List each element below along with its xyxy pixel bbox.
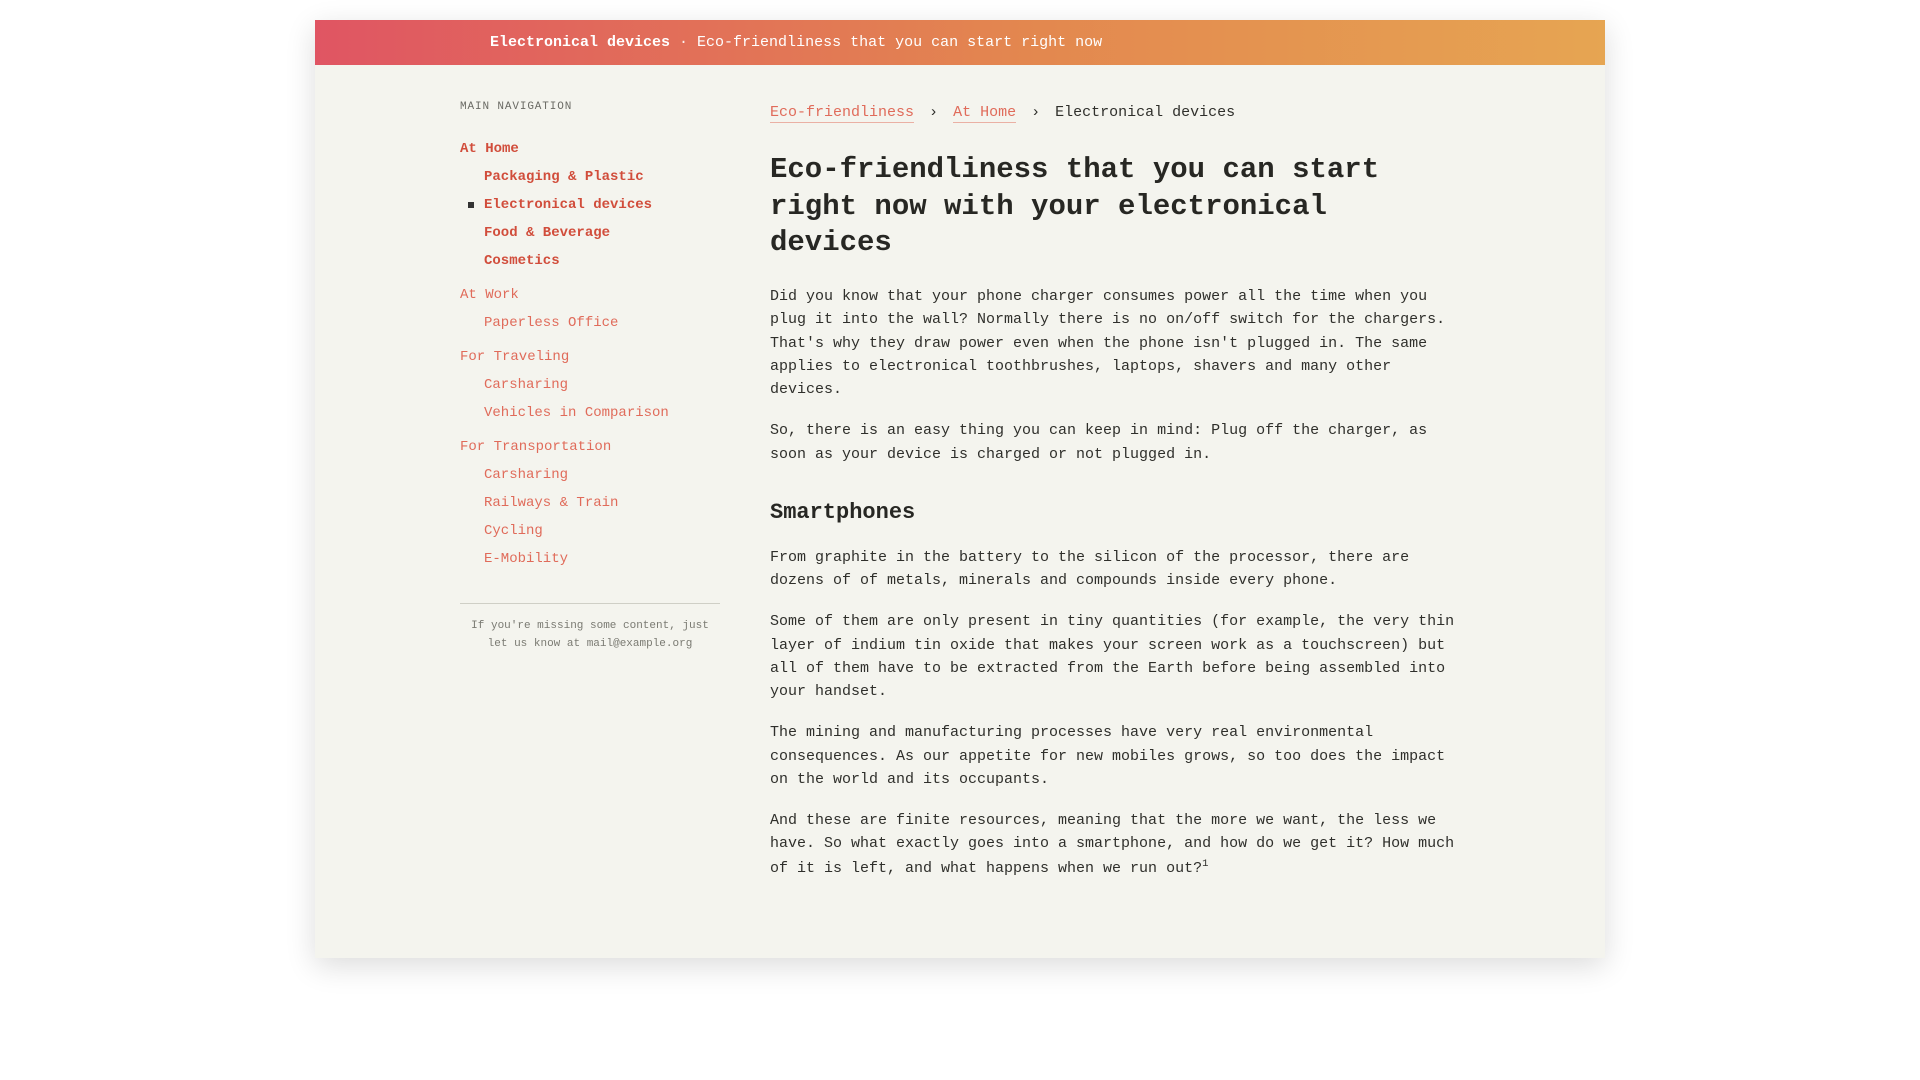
nav-group: For TravelingCarsharingVehicles in Compa… — [460, 343, 720, 427]
sidebar-note: If you're missing some content, just let… — [460, 618, 720, 653]
nav-sublist: Paperless Office — [460, 309, 720, 337]
nav-item[interactable]: Packaging & Plastic — [484, 163, 720, 191]
sidebar-nav: MAIN NAVIGATION At HomePackaging & Plast… — [460, 101, 720, 898]
nav-item[interactable]: Railways & Train — [484, 489, 720, 517]
sidebar-divider — [460, 603, 720, 604]
breadcrumb-root[interactable]: Eco-friendliness — [770, 104, 914, 123]
nav-item[interactable]: Cycling — [484, 517, 720, 545]
nav-item[interactable]: Cosmetics — [484, 247, 720, 275]
nav-category[interactable]: For Transportation — [460, 433, 720, 461]
footnote-ref[interactable]: 1 — [1202, 858, 1208, 870]
nav-sublist: Packaging & PlasticElectronical devicesF… — [460, 163, 720, 275]
nav-sublist: CarsharingRailways & TrainCyclingE-Mobil… — [460, 461, 720, 573]
section-heading-smartphones: Smartphones — [770, 496, 1460, 530]
body-paragraph: The mining and manufacturing processes h… — [770, 721, 1460, 791]
nav-item[interactable]: E-Mobility — [484, 545, 720, 573]
body-paragraph: From graphite in the battery to the sili… — [770, 546, 1460, 593]
content-row: MAIN NAVIGATION At HomePackaging & Plast… — [430, 65, 1490, 958]
intro-paragraph: Did you know that your phone charger con… — [770, 285, 1460, 401]
header-title: Electronical devices — [490, 34, 670, 51]
nav-item[interactable]: Vehicles in Comparison — [484, 399, 720, 427]
nav-heading: MAIN NAVIGATION — [460, 101, 720, 113]
nav-category[interactable]: At Work — [460, 281, 720, 309]
nav-group: For TransportationCarsharingRailways & T… — [460, 433, 720, 573]
breadcrumb: Eco-friendliness › At Home › Electronica… — [770, 101, 1460, 124]
breadcrumb-sep: › — [929, 104, 938, 121]
nav-sublist: CarsharingVehicles in Comparison — [460, 371, 720, 427]
page-header: Electronical devices · Eco-friendliness … — [315, 20, 1605, 65]
nav-groups: At HomePackaging & PlasticElectronical d… — [460, 135, 720, 573]
nav-item[interactable]: Electronical devices — [484, 191, 720, 219]
breadcrumb-current: Electronical devices — [1055, 104, 1235, 121]
nav-item[interactable]: Paperless Office — [484, 309, 720, 337]
nav-item[interactable]: Carsharing — [484, 371, 720, 399]
nav-category[interactable]: For Traveling — [460, 343, 720, 371]
header-subtitle: Eco-friendliness that you can start righ… — [697, 34, 1102, 51]
nav-item[interactable]: Carsharing — [484, 461, 720, 489]
body-paragraph: And these are finite resources, meaning … — [770, 809, 1460, 880]
header-separator: · — [670, 34, 697, 51]
breadcrumb-sep: › — [1031, 104, 1040, 121]
nav-category[interactable]: At Home — [460, 135, 720, 163]
body-text: And these are finite resources, meaning … — [770, 812, 1454, 877]
nav-group: At HomePackaging & PlasticElectronical d… — [460, 135, 720, 275]
nav-item[interactable]: Food & Beverage — [484, 219, 720, 247]
nav-group: At WorkPaperless Office — [460, 281, 720, 337]
breadcrumb-parent[interactable]: At Home — [953, 104, 1016, 123]
intro-paragraph: So, there is an easy thing you can keep … — [770, 419, 1460, 466]
page-title: Eco-friendliness that you can start righ… — [770, 152, 1460, 261]
body-paragraph: Some of them are only present in tiny qu… — [770, 610, 1460, 703]
article-main: Eco-friendliness › At Home › Electronica… — [770, 101, 1460, 898]
header-inner: Electronical devices · Eco-friendliness … — [460, 34, 1460, 51]
page-wrapper: Electronical devices · Eco-friendliness … — [315, 20, 1605, 958]
